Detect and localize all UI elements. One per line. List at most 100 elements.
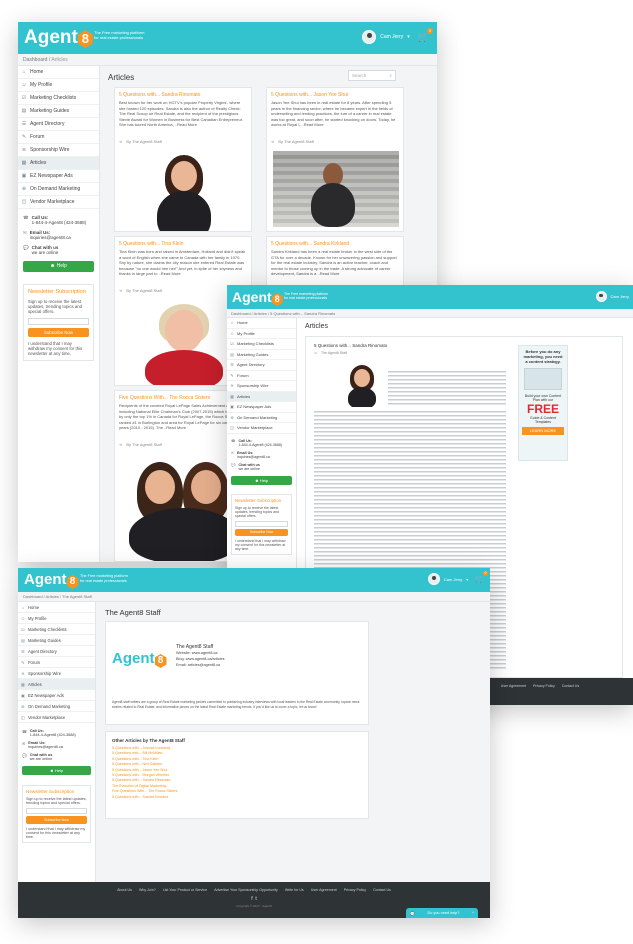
article-card[interactable]: 5 Questions with... Jason Yee Shui Jason… — [266, 87, 404, 232]
help-button[interactable]: ☻ Help — [23, 261, 94, 272]
sidebar-item-marketing-checklists[interactable]: ☑ Marketing Checklists — [18, 92, 99, 105]
email-icon: ✉ — [231, 450, 235, 455]
share-icon[interactable]: ⋖ — [314, 351, 317, 355]
subscribe-button[interactable]: Subscribe Now — [28, 328, 89, 337]
article-photo — [273, 151, 399, 227]
nav-list: ⌂ Home ☺ My Profile ☑ Marketing Checklists ▤ Ma… — [18, 66, 99, 209]
user-menu[interactable]: Cam Jerry — [595, 291, 629, 302]
sidebar-item-on-demand-marketing[interactable]: ⊕ On Demand Marketing — [18, 701, 95, 712]
sidebar-item-ez-newspaper-ads[interactable]: ▣ EZ Newspaper Ads — [227, 402, 296, 413]
agent8-logo[interactable]: Agent 8 — [24, 27, 93, 49]
sidebar-item-label: Sponsorship Wire — [237, 383, 269, 389]
share-icon[interactable]: ⋖ — [119, 442, 122, 447]
sidebar-item-label: Articles — [237, 393, 251, 399]
sidebar-item-label: Forum — [237, 372, 249, 378]
sidebar-item-on-demand-marketing[interactable]: ⊕ On Demand Marketing — [18, 183, 99, 196]
sidebar-item-forum[interactable]: ✎ Forum — [18, 131, 99, 144]
social-links: f t — [18, 896, 490, 902]
sidebar-item-sponsorship-wire[interactable]: ≋ Sponsorship Wire — [227, 381, 296, 392]
newsletter-email-input[interactable] — [26, 808, 87, 814]
user-menu[interactable]: Cam Jerry ▾ 🛒 0 — [427, 571, 488, 585]
sidebar-item-label: Home — [30, 69, 44, 75]
newsletter-email-input[interactable] — [28, 318, 89, 325]
sidebar-item-ez-newspaper-ads[interactable]: ▣ EZ Newspaper Ads — [18, 690, 95, 701]
sidebar-item-home[interactable]: ⌂ Home — [18, 602, 95, 613]
footer-link[interactable]: List Your Product or Service — [163, 888, 207, 892]
articles-icon: ▦ — [21, 160, 27, 166]
footer-link[interactable]: Write for Us — [285, 888, 304, 892]
sidebar-item-label: Marketing Guides — [28, 637, 61, 643]
sidebar-item-articles[interactable]: ▦ Articles — [227, 391, 296, 402]
user-menu[interactable]: Cam Jerry ▾ 🛒 0 — [362, 27, 433, 44]
body-shape — [311, 183, 355, 227]
sidebar-item-marketing-guides[interactable]: ▤ Marketing Guides — [18, 105, 99, 118]
home-icon: ⌂ — [22, 69, 26, 75]
twitter-icon[interactable]: t — [255, 896, 256, 902]
sidebar-item-home[interactable]: ⌂ Home — [227, 318, 296, 329]
footer-link[interactable]: Contact Us — [373, 888, 391, 892]
chat-icon: 💬 — [22, 754, 27, 758]
top-bar: Agent 8 The Free marketing platform for r… — [227, 285, 633, 309]
share-icon[interactable]: ⋖ — [119, 139, 122, 144]
sidebar-item-vendor-marketplace[interactable]: ◫ Vendor Marketplace — [18, 196, 99, 209]
footer-link[interactable]: Privacy Policy — [344, 888, 366, 892]
wire-icon: ≋ — [230, 383, 234, 389]
guide-icon: ▤ — [21, 637, 25, 643]
footer-link[interactable]: Why Join? — [139, 888, 156, 892]
newsletter-email-input[interactable] — [235, 520, 288, 527]
article-photo — [115, 151, 251, 231]
sidebar-item-articles[interactable]: ▦ Articles — [18, 679, 95, 690]
sidebar-item-agent-directory[interactable]: ☰ Agent Directory — [18, 118, 99, 131]
sidebar-item-my-profile[interactable]: ☺ My Profile — [18, 79, 99, 92]
help-chat-widget[interactable]: 💬 Do you need help? ^ — [406, 908, 478, 918]
sidebar-item-label: My Profile — [28, 615, 47, 621]
content-strategy-ad[interactable]: Before you do any marketing, you need a … — [518, 345, 568, 461]
sidebar-item-vendor-marketplace[interactable]: ◫ Vendor Marketplace — [18, 712, 95, 723]
sidebar-item-articles[interactable]: ▦ Articles — [18, 157, 99, 170]
sidebar-item-marketing-guides[interactable]: ▤ Marketing Guides — [18, 635, 95, 646]
other-article-link[interactable]: Five Questions With... The Rocca Sisters — [112, 789, 177, 794]
footer-link[interactable]: Advertise Your Sponsorship Opportunity — [214, 888, 278, 892]
article-body — [388, 371, 506, 407]
sidebar-item-marketing-guides[interactable]: ▤ Marketing Guides — [227, 350, 296, 360]
sidebar-item-label: Home — [237, 320, 248, 326]
sidebar-item-sponsorship-wire[interactable]: ≋ Sponsorship Wire — [18, 144, 99, 157]
sidebar-item-vendor-marketplace[interactable]: ◫ Vendor Marketplace — [227, 423, 296, 434]
subscribe-button[interactable]: Subscribe Now — [235, 528, 288, 536]
avatar — [595, 291, 607, 302]
share-icon[interactable]: ⋖ — [119, 288, 122, 293]
sidebar-item-agent-directory[interactable]: ☰ Agent Directory — [18, 646, 95, 657]
sidebar-item-marketing-checklists[interactable]: ☑ Marketing Checklists — [227, 339, 296, 350]
sidebar-item-on-demand-marketing[interactable]: ⊕ On Demand Marketing — [227, 413, 296, 423]
cart-icon[interactable]: 🛒 0 — [418, 27, 433, 43]
facebook-icon[interactable]: f — [251, 896, 252, 902]
footer-link[interactable]: User Agreement — [311, 888, 337, 892]
email-icon: ✉ — [22, 742, 26, 746]
footer-link[interactable]: About Us — [117, 888, 132, 892]
other-article-link[interactable]: 5 Questions with... Sandra Kirkland — [112, 795, 177, 800]
sidebar-item-marketing-checklists[interactable]: ☑ Marketing Checklists — [18, 624, 95, 635]
agent8-logo[interactable]: Agent 8 — [232, 289, 283, 306]
phone-icon: ☎ — [231, 438, 236, 443]
newsletter-box: Newsletter Subscription Sign up to recei… — [22, 785, 91, 843]
agent8-logo[interactable]: Agent 8 — [24, 571, 79, 589]
sidebar-item-my-profile[interactable]: ☺ My Profile — [227, 329, 296, 339]
sidebar-item-agent-directory[interactable]: ☰ Agent Directory — [227, 360, 296, 371]
guide-icon: ▤ — [230, 351, 234, 357]
article-card[interactable]: 5 Questions with... Sandra Rinomato Best… — [114, 87, 252, 232]
share-icon[interactable]: ⋖ — [271, 139, 274, 144]
contact-block: ☎ Call Us: 1-844-4-Agent8 (424-3688) ✉ Emai… — [18, 209, 99, 272]
cart-icon[interactable]: 🛒 0 — [475, 571, 488, 583]
search-input[interactable]: Search ⌕ — [348, 70, 396, 81]
sidebar-item-home[interactable]: ⌂ Home — [18, 66, 99, 79]
sidebar-item-sponsorship-wire[interactable]: ≋ Sponsorship Wire — [18, 668, 95, 679]
help-button[interactable]: ☻ Help — [231, 475, 292, 485]
forum-icon: ✎ — [21, 134, 27, 140]
sidebar-item-ez-newspaper-ads[interactable]: ▣ EZ Newspaper Ads — [18, 170, 99, 183]
sidebar-item-forum[interactable]: ✎ Forum — [227, 371, 296, 381]
sidebar-item-forum[interactable]: ✎ Forum — [18, 657, 95, 668]
chevron-down-icon: ▾ — [466, 576, 469, 582]
sidebar-item-my-profile[interactable]: ☺ My Profile — [18, 613, 95, 624]
subscribe-button[interactable]: Subscribe Now — [26, 816, 87, 824]
help-button[interactable]: ☻ Help — [22, 766, 91, 775]
